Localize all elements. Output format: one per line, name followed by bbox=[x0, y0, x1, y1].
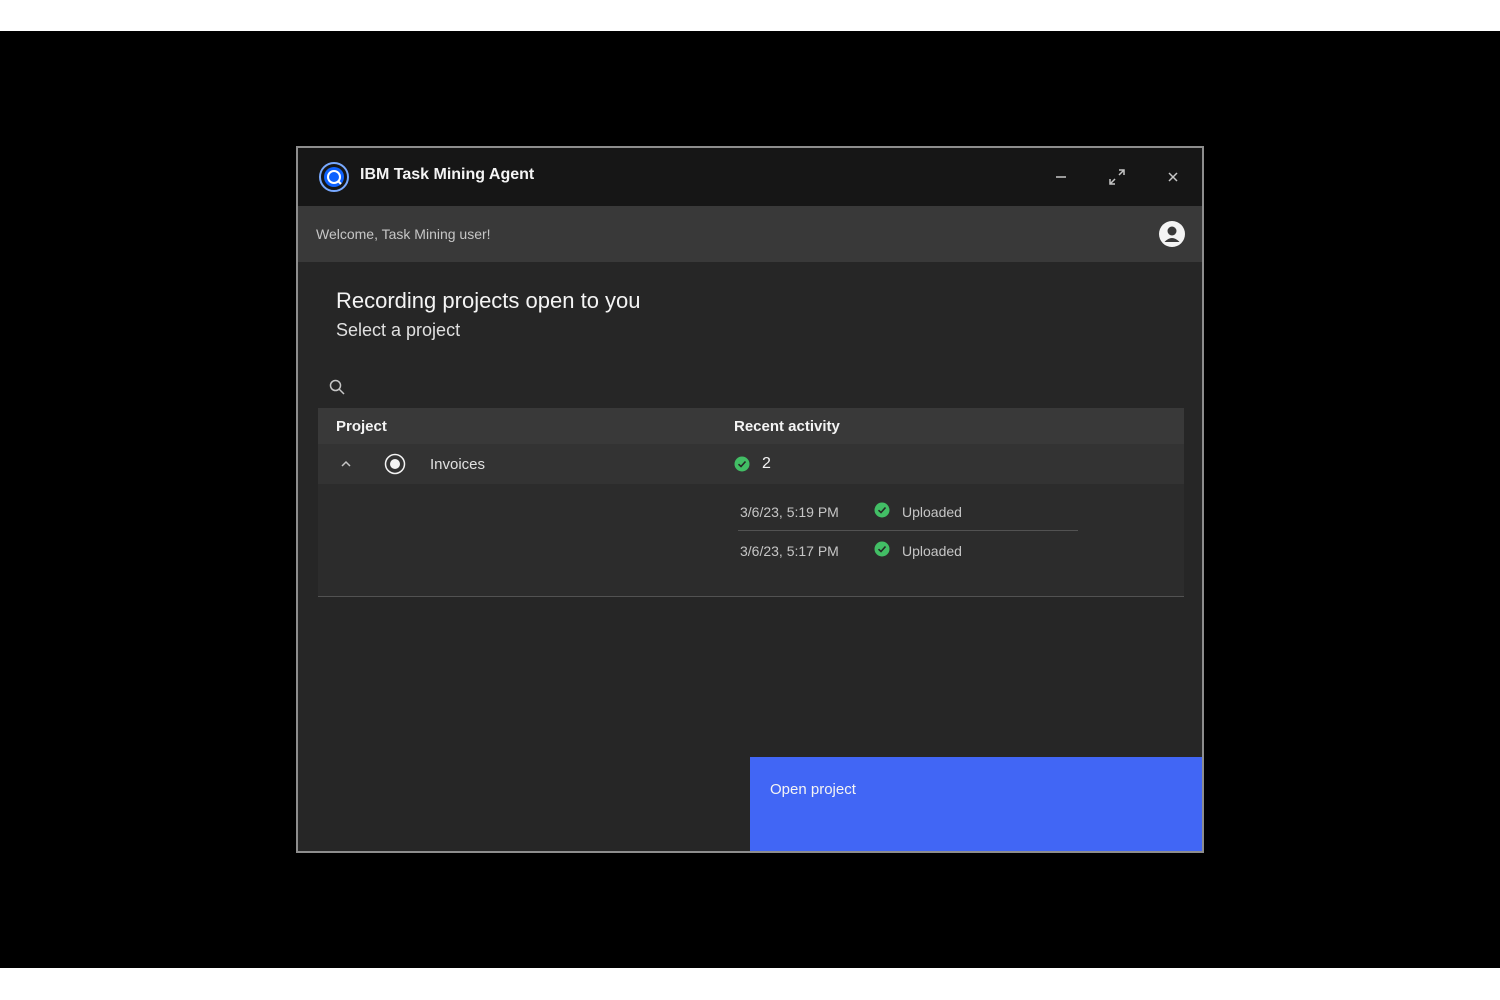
close-icon bbox=[1168, 172, 1178, 182]
project-radio-button[interactable] bbox=[384, 453, 406, 475]
activity-count: 2 bbox=[762, 455, 771, 472]
activity-status: Uploaded bbox=[902, 543, 962, 559]
activity-status: Uploaded bbox=[902, 504, 962, 520]
minimize-button[interactable] bbox=[1046, 162, 1076, 192]
check-circle-icon bbox=[874, 502, 890, 518]
open-project-button[interactable]: Open project bbox=[750, 757, 1202, 851]
project-name: Invoices bbox=[430, 456, 486, 473]
search-input[interactable] bbox=[354, 372, 1178, 404]
close-button[interactable] bbox=[1158, 162, 1188, 192]
table-row[interactable]: Invoices 2 bbox=[318, 444, 1184, 484]
activity-timestamp: 3/6/23, 5:17 PM bbox=[740, 543, 839, 559]
projects-table: Project Recent activity Invoices 2 3/6/2… bbox=[318, 408, 1184, 597]
welcome-bar: Welcome, Task Mining user! bbox=[298, 206, 1202, 262]
page-title: Recording projects open to you bbox=[336, 288, 641, 313]
user-avatar-icon[interactable] bbox=[1158, 220, 1186, 248]
task-mining-logo-icon bbox=[319, 162, 349, 192]
welcome-message: Welcome, Task Mining user! bbox=[316, 226, 491, 242]
expanded-activity-list: 3/6/23, 5:19 PM Uploaded 3/6/23, 5:17 PM… bbox=[318, 484, 1184, 596]
app-title: IBM Task Mining Agent bbox=[360, 166, 535, 183]
list-item: 3/6/23, 5:19 PM Uploaded bbox=[738, 492, 1078, 531]
check-circle-icon bbox=[734, 456, 750, 472]
page-subtitle: Select a project bbox=[336, 320, 461, 340]
search-icon bbox=[329, 379, 345, 395]
search-bar bbox=[318, 370, 1184, 404]
list-item: 3/6/23, 5:17 PM Uploaded bbox=[738, 531, 1078, 569]
table-header: Project Recent activity bbox=[318, 408, 1184, 444]
activity-timestamp: 3/6/23, 5:19 PM bbox=[740, 504, 839, 520]
check-circle-icon bbox=[874, 541, 890, 557]
open-project-label: Open project bbox=[770, 781, 856, 798]
title-bar: IBM Task Mining Agent bbox=[298, 148, 1202, 206]
minus-icon bbox=[1056, 176, 1066, 178]
maximize-button[interactable] bbox=[1102, 162, 1132, 192]
column-header-project[interactable]: Project bbox=[336, 418, 387, 435]
column-header-recent-activity[interactable]: Recent activity bbox=[734, 418, 840, 435]
maximize-icon bbox=[1109, 169, 1125, 185]
app-window: IBM Task Mining Agent Welcome, Task Mini… bbox=[296, 146, 1204, 853]
chevron-up-icon[interactable] bbox=[338, 456, 354, 472]
